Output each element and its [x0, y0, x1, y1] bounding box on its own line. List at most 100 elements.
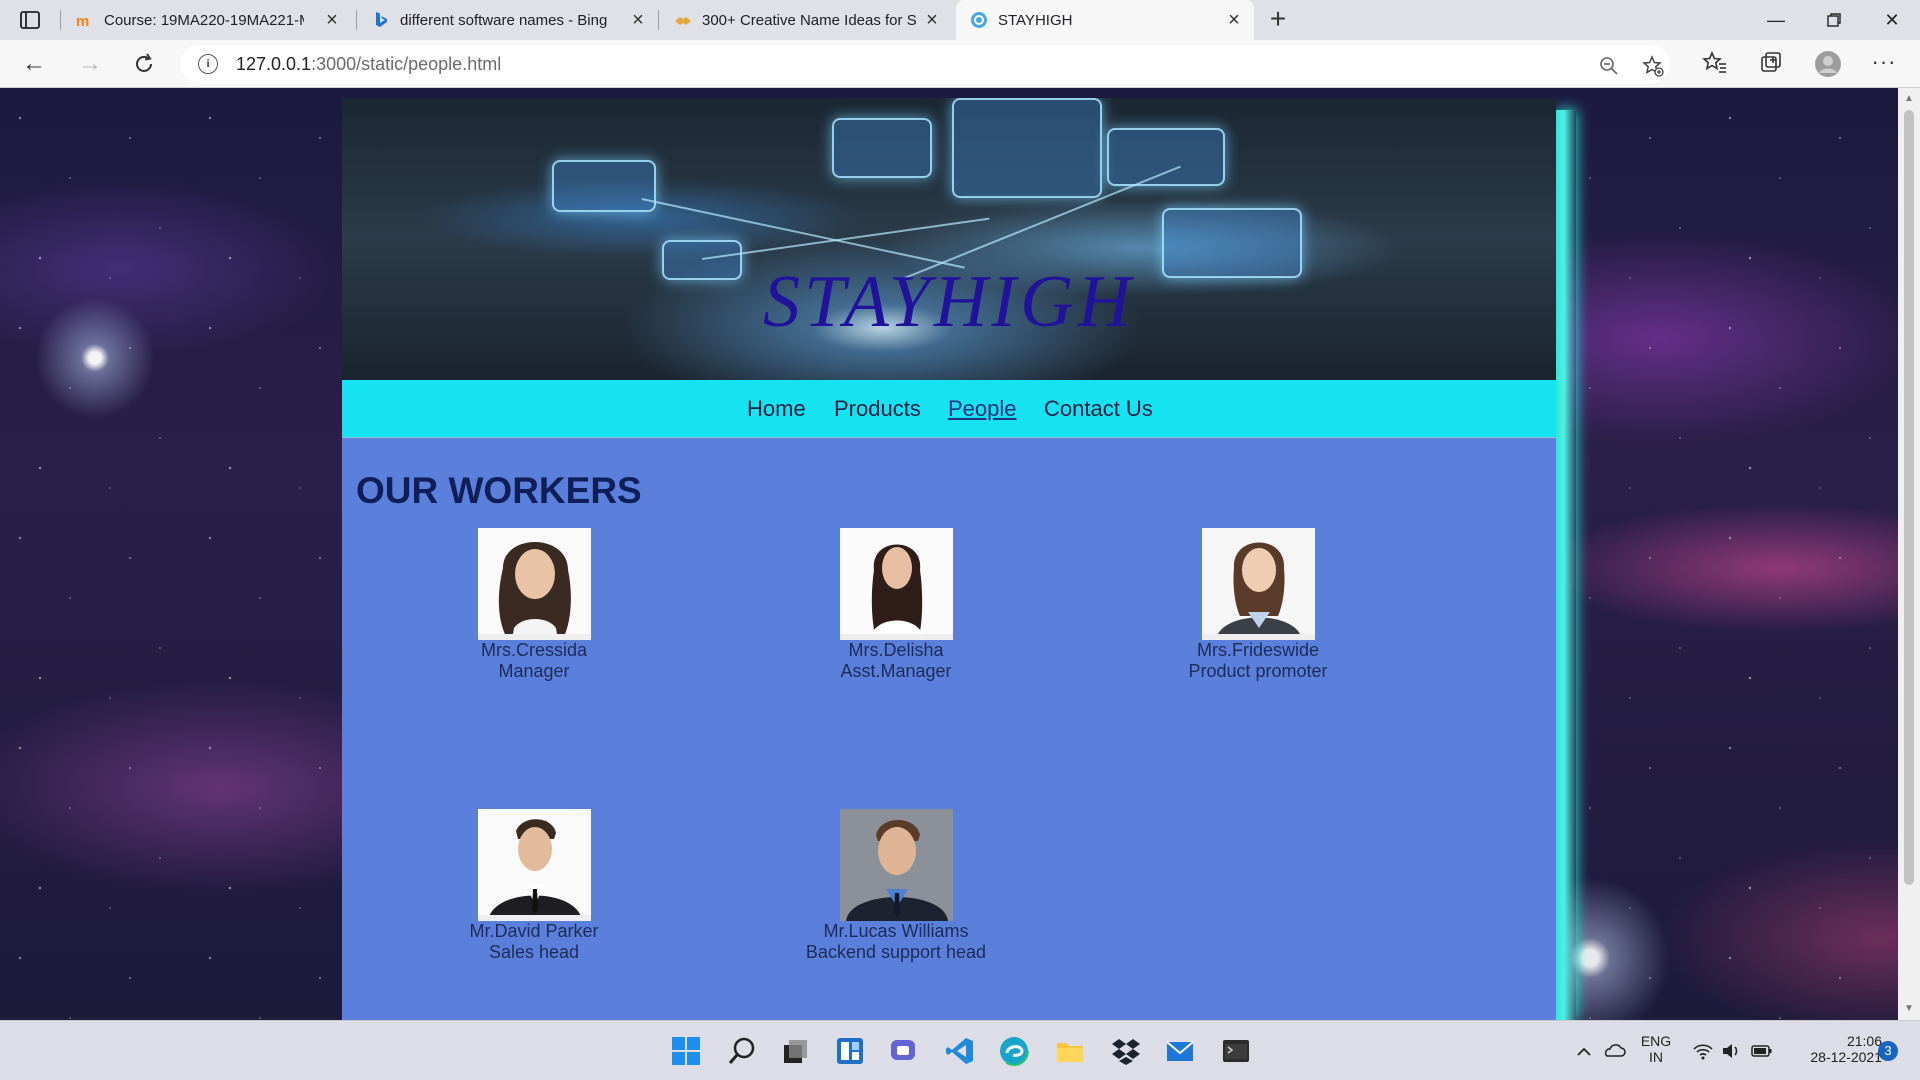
nav-people[interactable]: People	[948, 396, 1017, 422]
language-indicator[interactable]: ENG IN	[1636, 1033, 1676, 1065]
home-icon	[1107, 128, 1225, 186]
worker-card: Mrs.Delisha Asst.Manager	[746, 528, 1046, 682]
clock-date: 28-12-2021	[1810, 1049, 1882, 1065]
tab-stayhigh[interactable]: STAYHIGH ×	[956, 0, 1254, 40]
tab-title: Course: 19MA220-19MA221-Ma	[104, 11, 304, 29]
tab-bar: m Course: 19MA220-19MA221-Ma × different…	[0, 0, 1920, 40]
add-favorite-icon[interactable]	[1642, 55, 1664, 77]
site-container: STAYHIGH Home Products People Contact Us…	[342, 98, 1556, 1020]
tab-separator	[60, 10, 61, 30]
clock[interactable]: 21:06 28-12-2021	[1786, 1033, 1882, 1065]
language-code: ENG	[1640, 1033, 1672, 1049]
clock-time: 21:06	[1846, 1033, 1882, 1049]
chevron-up-icon[interactable]	[1574, 1037, 1594, 1065]
battery-icon[interactable]	[1750, 1037, 1774, 1065]
nav-products[interactable]: Products	[834, 396, 921, 422]
mail-icon[interactable]	[1164, 1035, 1196, 1067]
restore-button[interactable]	[1814, 6, 1854, 34]
site-brand-title: STAYHIGH	[763, 261, 1135, 343]
tab-separator	[658, 10, 659, 30]
worker-photo	[839, 809, 953, 921]
widgets-icon[interactable]	[834, 1035, 866, 1067]
scrollbar-thumb[interactable]	[1904, 110, 1914, 885]
zoom-icon[interactable]	[1598, 55, 1620, 77]
url-host: 127.0.0.1	[236, 54, 312, 74]
moodle-icon: m	[76, 13, 89, 29]
header-banner: STAYHIGH	[342, 98, 1556, 380]
network-line	[702, 217, 990, 260]
wifi-icon[interactable]	[1692, 1037, 1714, 1065]
site-info-icon[interactable]: i	[198, 54, 218, 74]
tab-bing[interactable]: different software names - Bing ×	[358, 0, 658, 40]
handshake-icon	[675, 17, 691, 25]
worker-photo	[477, 528, 591, 640]
teams-chat-icon[interactable]	[888, 1035, 920, 1067]
vscode-icon[interactable]	[944, 1035, 976, 1067]
terminal-icon[interactable]	[1220, 1035, 1252, 1067]
woman-portrait-icon	[839, 528, 953, 640]
back-button[interactable]: ←	[18, 50, 50, 78]
decorative-glow-border	[1556, 110, 1576, 1020]
tab-title: STAYHIGH	[998, 11, 1073, 29]
tab-course[interactable]: m Course: 19MA220-19MA221-Ma ×	[62, 0, 352, 40]
nav-home[interactable]: Home	[747, 396, 806, 422]
windows-taskbar: ENG IN 21:06 28-12-2021 3	[0, 1020, 1920, 1080]
worker-name: Mrs.Cressida	[480, 640, 587, 660]
search-icon[interactable]	[726, 1035, 758, 1067]
close-tab-icon[interactable]: ×	[324, 10, 340, 30]
restore-icon	[1827, 13, 1841, 27]
vertical-scrollbar[interactable]: ▲ ▼	[1898, 88, 1920, 1020]
volume-icon[interactable]	[1720, 1037, 1742, 1065]
woman-portrait-icon	[477, 528, 591, 640]
worker-card: Mrs.Frideswide Product promoter	[1108, 528, 1408, 682]
worker-role: Product promoter	[1188, 661, 1328, 681]
close-window-button[interactable]: ✕	[1872, 6, 1912, 34]
woman-portrait-icon	[1201, 528, 1315, 640]
address-bar[interactable]: i 127.0.0.1:3000/static/people.html	[180, 45, 1670, 83]
start-windows-icon[interactable]	[670, 1035, 702, 1067]
worker-card: Mrs.Cressida Manager	[384, 528, 684, 682]
scroll-up-icon[interactable]: ▲	[1903, 94, 1915, 104]
page-viewport: STAYHIGH Home Products People Contact Us…	[0, 88, 1920, 1020]
onedrive-cloud-icon[interactable]	[1602, 1037, 1626, 1065]
worker-name: Mr.Lucas Williams	[823, 921, 969, 941]
worker-photo	[839, 528, 953, 640]
close-tab-icon[interactable]: ×	[630, 10, 646, 30]
close-tab-icon[interactable]: ×	[1226, 10, 1242, 30]
page-heading: OUR WORKERS	[356, 470, 642, 511]
task-view-icon[interactable]	[780, 1035, 812, 1067]
worker-name: Mrs.Frideswide	[1196, 640, 1320, 660]
worker-role: Sales head	[488, 942, 580, 962]
worker-name: Mr.David Parker	[469, 921, 599, 941]
scroll-down-icon[interactable]: ▼	[1903, 1004, 1915, 1014]
nav-contact-us[interactable]: Contact Us	[1044, 396, 1153, 422]
notification-badge[interactable]: 3	[1878, 1041, 1898, 1061]
close-tab-icon[interactable]: ×	[924, 10, 940, 30]
tab-title: 300+ Creative Name Ideas for Sc	[702, 11, 916, 29]
worker-name: Mrs.Delisha	[848, 640, 944, 660]
url-path: :3000/static/people.html	[311, 54, 502, 74]
svg-text:m: m	[76, 13, 89, 29]
favorites-icon[interactable]	[1702, 50, 1728, 76]
tab-separator	[356, 10, 357, 30]
tab-actions-icon[interactable]	[18, 8, 42, 32]
worker-card: Mr.Lucas Williams Backend support head	[746, 809, 1046, 963]
forward-button[interactable]: →	[74, 50, 106, 78]
file-explorer-icon[interactable]	[1054, 1035, 1086, 1067]
url-text[interactable]: 127.0.0.1:3000/static/people.html	[236, 54, 501, 75]
tab-name-ideas[interactable]: 300+ Creative Name Ideas for Sc ×	[660, 0, 952, 40]
worker-card: Mr.David Parker Sales head	[384, 809, 684, 963]
region-code: IN	[1649, 1049, 1663, 1065]
collections-icon[interactable]	[1758, 50, 1784, 76]
profile-avatar-icon[interactable]	[1814, 50, 1842, 78]
worker-photo	[477, 809, 591, 921]
refresh-button[interactable]	[128, 50, 160, 78]
tablet-icon	[832, 118, 932, 178]
edge-browser-icon[interactable]	[998, 1035, 1030, 1067]
site-favicon-icon	[971, 12, 987, 28]
dropbox-icon[interactable]	[1110, 1035, 1142, 1067]
minimize-button[interactable]: —	[1756, 6, 1796, 34]
settings-more-button[interactable]: ···	[1868, 48, 1900, 76]
new-tab-button[interactable]: +	[1264, 5, 1292, 34]
worker-role: Manager	[498, 661, 570, 681]
